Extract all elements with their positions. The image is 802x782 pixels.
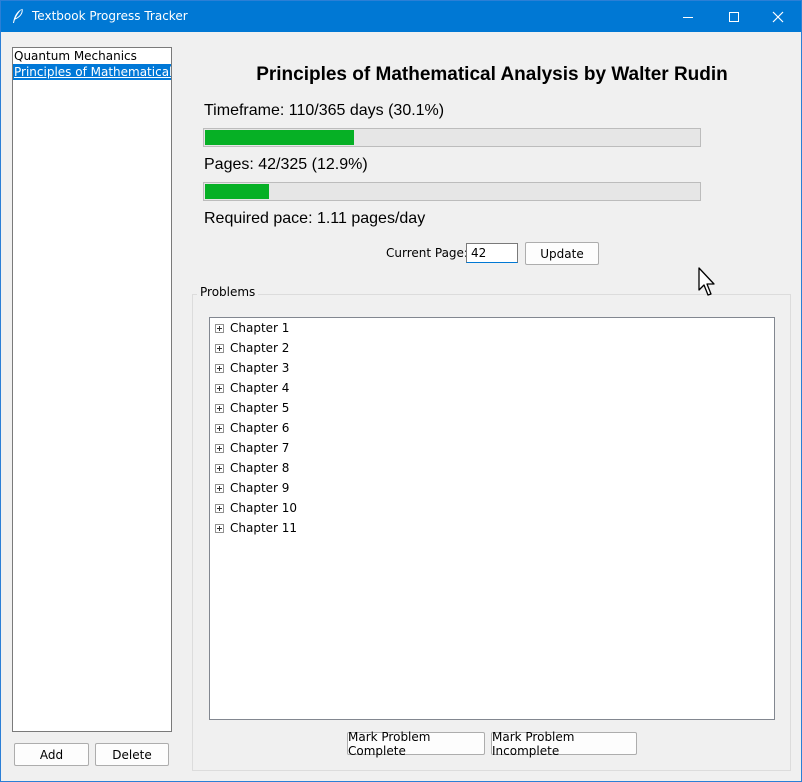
current-page-label: Current Page: (386, 246, 468, 260)
required-pace-label: Required pace: 1.11 pages/day (204, 210, 426, 227)
tree-item-label: Chapter 11 (230, 521, 298, 535)
expand-icon[interactable] (215, 523, 224, 533)
expand-icon[interactable] (215, 363, 224, 373)
tree-item-chapter-5[interactable]: Chapter 5 (215, 398, 289, 418)
window-title: Textbook Progress Tracker (32, 9, 188, 23)
close-button[interactable] (755, 1, 801, 32)
mark-complete-button[interactable]: Mark Problem Complete (347, 730, 485, 758)
expand-icon[interactable] (215, 443, 224, 453)
tree-item-label: Chapter 10 (230, 501, 298, 515)
book-list-item-selected[interactable]: Principles of Mathematical Analysis by W… (13, 64, 171, 80)
tree-item-label: Chapter 5 (230, 401, 290, 415)
maximize-icon (729, 11, 739, 22)
pages-progress-fill (205, 184, 269, 199)
tree-item-label: Chapter 3 (230, 361, 290, 375)
add-book-button[interactable]: Add (14, 743, 89, 766)
tree-item-chapter-3[interactable]: Chapter 3 (215, 358, 289, 378)
timeframe-progress-bar (203, 128, 701, 147)
book-listbox[interactable]: Quantum Mechanics Principles of Mathemat… (12, 47, 172, 732)
mark-incomplete-button[interactable]: Mark Problem Incomplete (491, 730, 637, 758)
tree-item-label: Chapter 7 (230, 441, 290, 455)
tree-item-chapter-2[interactable]: Chapter 2 (215, 338, 289, 358)
tree-item-chapter-8[interactable]: Chapter 8 (215, 458, 289, 478)
tree-item-chapter-9[interactable]: Chapter 9 (215, 478, 289, 498)
minimize-button[interactable] (665, 1, 711, 32)
tree-item-chapter-1[interactable]: Chapter 1 (215, 318, 289, 338)
delete-book-button[interactable]: Delete (95, 743, 169, 766)
tree-item-label: Chapter 2 (230, 341, 290, 355)
update-button[interactable]: Update (525, 242, 599, 265)
expand-icon[interactable] (215, 323, 224, 333)
close-icon (772, 11, 784, 22)
book-title: Principles of Mathematical Analysis by W… (256, 64, 728, 85)
tree-item-chapter-4[interactable]: Chapter 4 (215, 378, 289, 398)
expand-icon[interactable] (215, 463, 224, 473)
problems-group-label: Problems (197, 285, 259, 299)
feather-icon (13, 8, 23, 23)
problems-tree[interactable]: Chapter 1 Chapter 2 Chapter 3 Chapter 4 … (209, 317, 775, 720)
tree-item-chapter-11[interactable]: Chapter 11 (215, 518, 297, 538)
app-window: Textbook Progress Tracker Quantum Mechan… (0, 0, 802, 782)
timeframe-progress-fill (205, 130, 354, 145)
timeframe-label: Timeframe: 110/365 days (30.1%) (204, 102, 445, 119)
expand-icon[interactable] (215, 403, 224, 413)
tree-item-chapter-6[interactable]: Chapter 6 (215, 418, 289, 438)
pages-label: Pages: 42/325 (12.9%) (204, 156, 368, 173)
tree-item-label: Chapter 9 (230, 481, 290, 495)
tree-item-label: Chapter 8 (230, 461, 290, 475)
pages-progress-bar (203, 182, 701, 201)
expand-icon[interactable] (215, 483, 224, 493)
expand-icon[interactable] (215, 423, 224, 433)
tree-item-chapter-7[interactable]: Chapter 7 (215, 438, 289, 458)
expand-icon[interactable] (215, 383, 224, 393)
book-list-item[interactable]: Quantum Mechanics (13, 48, 171, 64)
tree-item-chapter-10[interactable]: Chapter 10 (215, 498, 297, 518)
mouse-cursor-icon (698, 267, 715, 296)
minimize-icon (683, 16, 693, 18)
current-page-input[interactable]: 42 (466, 243, 518, 263)
maximize-button[interactable] (711, 1, 757, 32)
tree-item-label: Chapter 1 (230, 321, 290, 335)
title-bar: Textbook Progress Tracker (1, 1, 801, 32)
tree-item-label: Chapter 6 (230, 421, 290, 435)
expand-icon[interactable] (215, 343, 224, 353)
tree-item-label: Chapter 4 (230, 381, 290, 395)
expand-icon[interactable] (215, 503, 224, 513)
